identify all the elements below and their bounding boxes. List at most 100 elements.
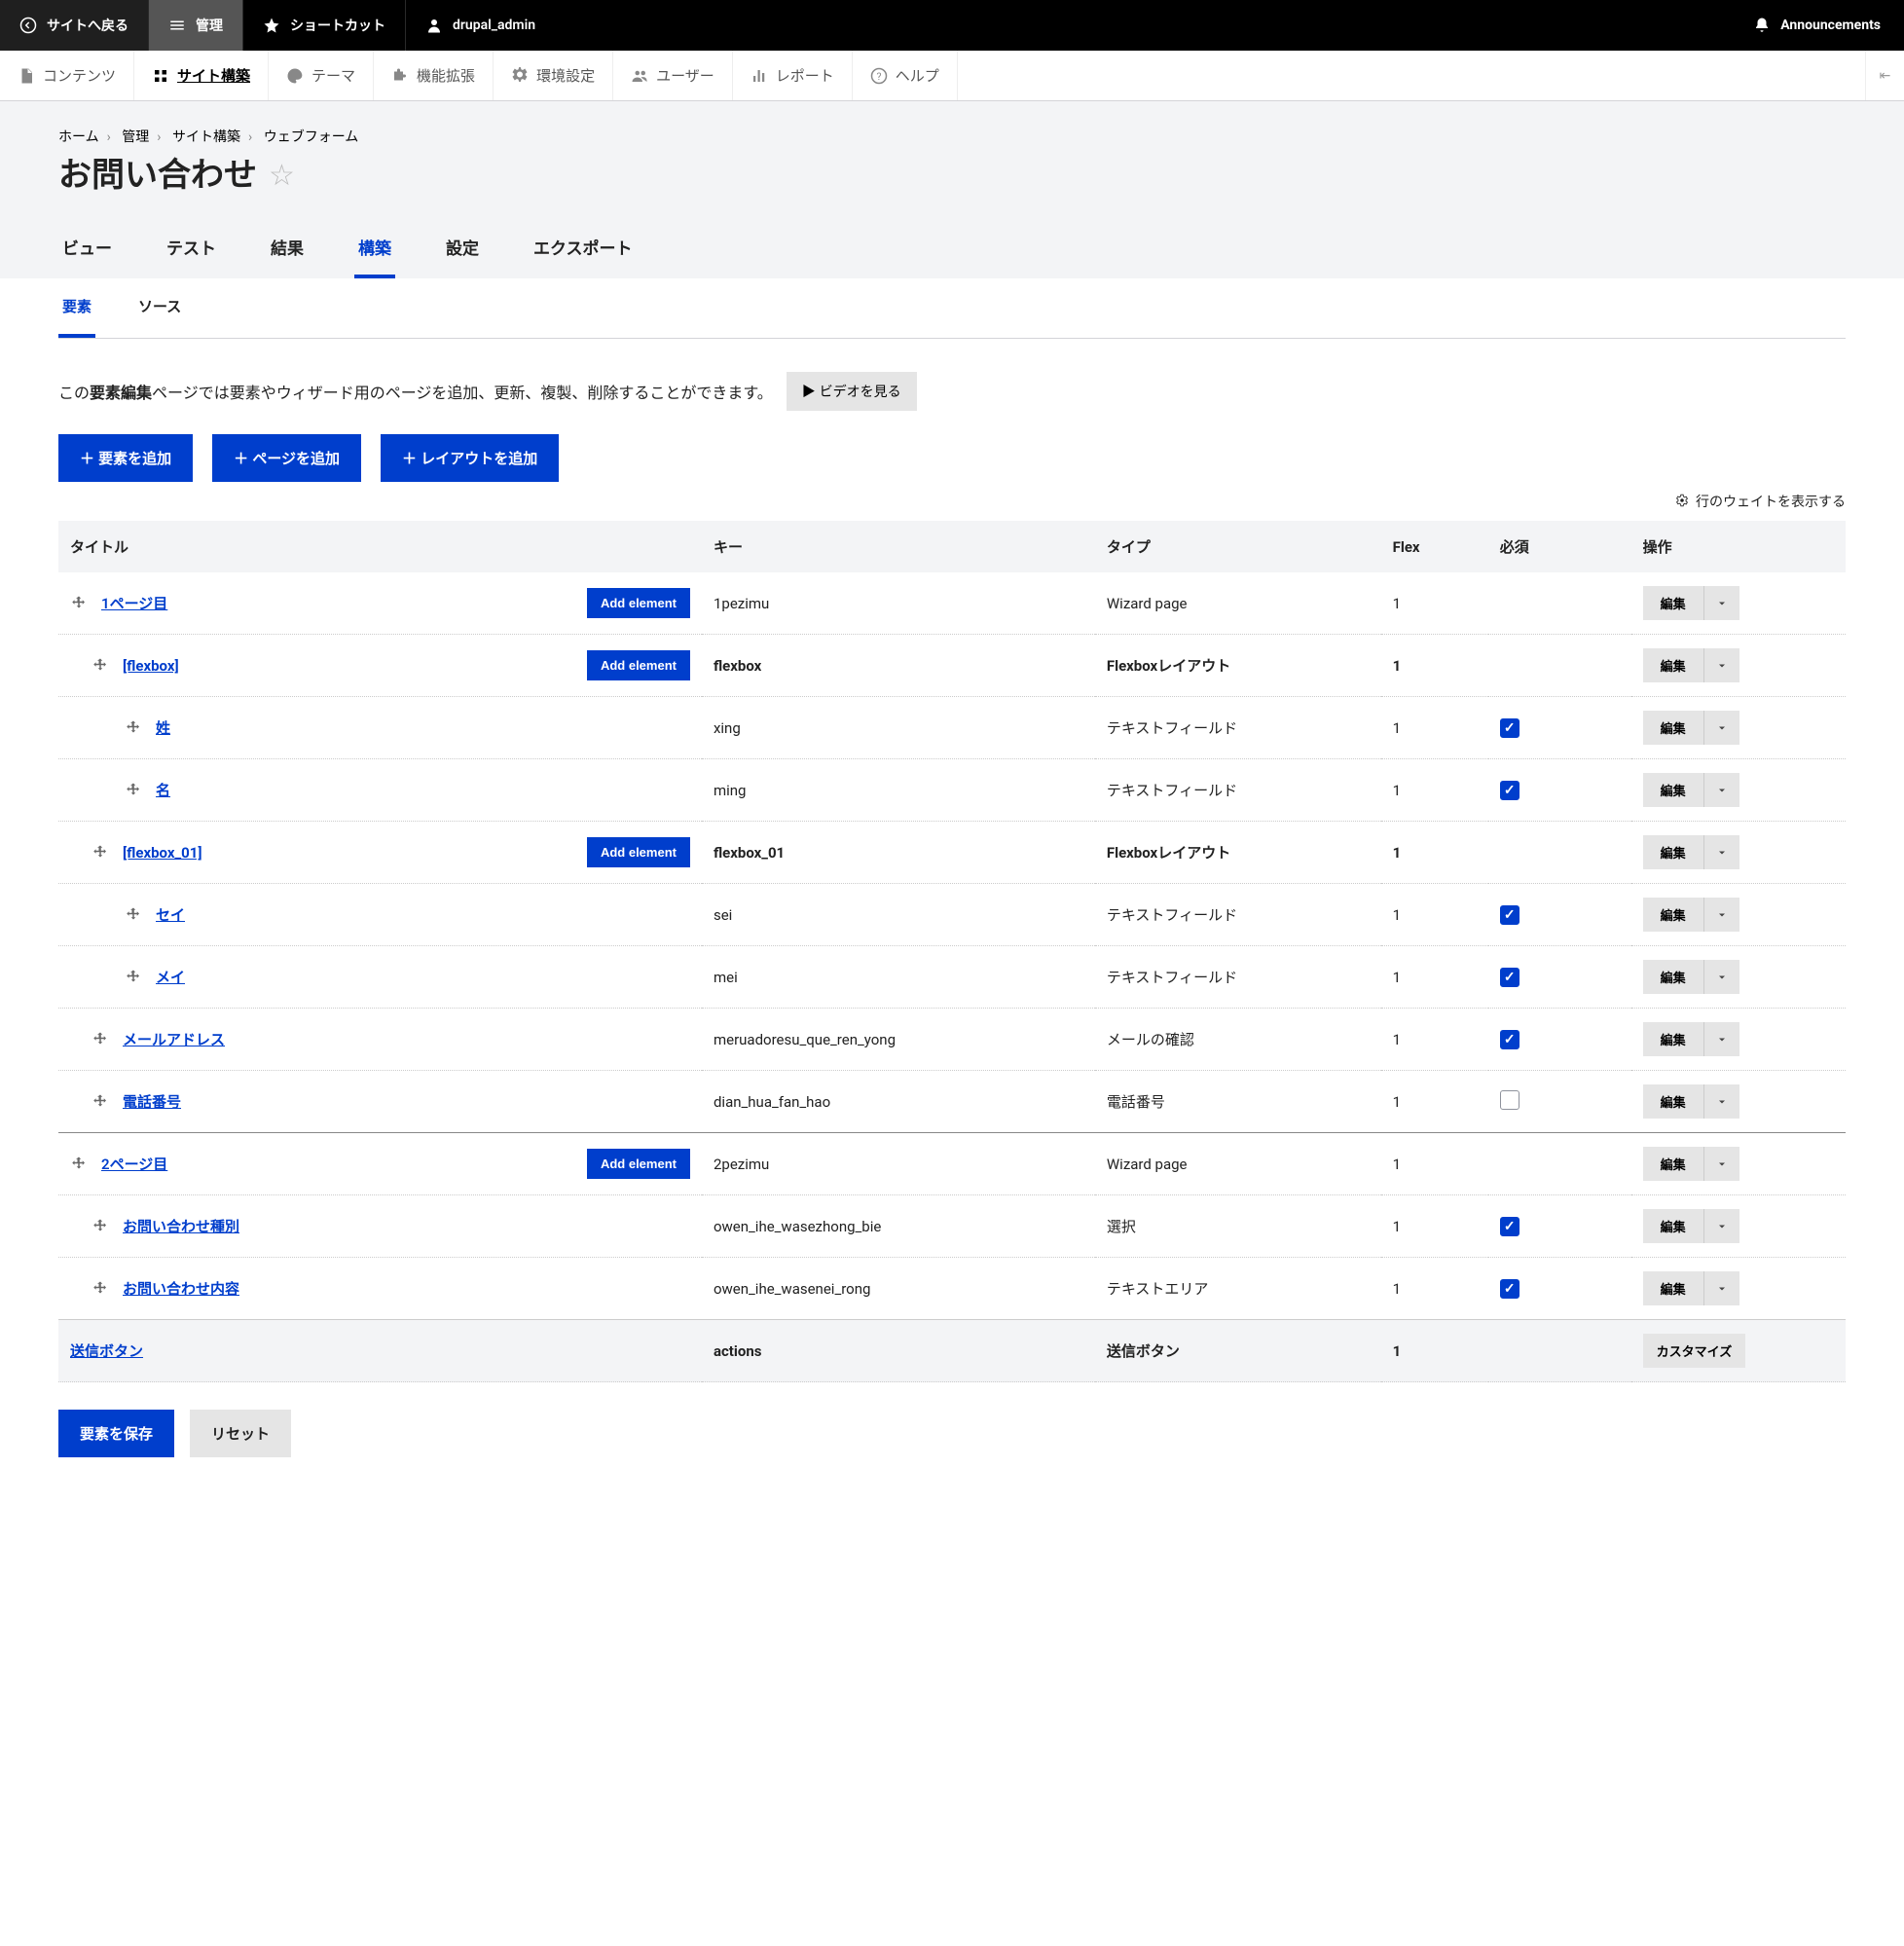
crumb-webform[interactable]: ウェブフォーム: [264, 129, 359, 145]
back-to-site[interactable]: サイトへ戻る: [0, 0, 149, 51]
table-row: メイmeiテキストフィールド1編集: [58, 946, 1846, 1009]
edit-button[interactable]: 編集: [1643, 960, 1703, 994]
element-title-link[interactable]: 送信ボタン: [70, 1340, 143, 1361]
element-title-link[interactable]: 名: [156, 780, 170, 800]
menu-config[interactable]: 環境設定: [494, 51, 613, 100]
drag-handle-icon[interactable]: [125, 906, 142, 924]
edit-button[interactable]: 編集: [1643, 711, 1703, 745]
edit-button[interactable]: 編集: [1643, 648, 1703, 682]
edit-button[interactable]: 編集: [1643, 1147, 1703, 1181]
drag-handle-icon[interactable]: [70, 595, 88, 612]
drag-handle-icon[interactable]: [92, 1031, 109, 1048]
edit-button[interactable]: 編集: [1643, 586, 1703, 620]
add-child-element-button[interactable]: Add element: [587, 588, 690, 618]
tab-test[interactable]: テスト: [163, 225, 220, 278]
table-row: [flexbox_01]Add elementflexbox_01Flexbox…: [58, 822, 1846, 884]
drag-handle-icon[interactable]: [70, 1156, 88, 1173]
element-title-link[interactable]: [flexbox]: [123, 657, 179, 675]
drag-handle-icon[interactable]: [125, 782, 142, 799]
element-title-link[interactable]: 1ページ目: [101, 593, 167, 613]
element-title-link[interactable]: 電話番号: [123, 1091, 181, 1112]
element-title-link[interactable]: 姓: [156, 717, 170, 738]
element-title-link[interactable]: セイ: [156, 904, 185, 925]
ops-dropdown-button[interactable]: [1703, 648, 1739, 682]
ops-dropdown-button[interactable]: [1703, 835, 1739, 869]
tab-build[interactable]: 構築: [354, 225, 395, 278]
crumb-manage[interactable]: 管理: [122, 129, 149, 145]
element-title-link[interactable]: お問い合わせ種別: [123, 1216, 239, 1236]
edit-button[interactable]: 編集: [1643, 773, 1703, 807]
edit-button[interactable]: 編集: [1643, 1022, 1703, 1056]
required-checkbox[interactable]: [1500, 1279, 1520, 1299]
edit-button[interactable]: 編集: [1643, 1209, 1703, 1243]
drag-handle-icon[interactable]: [92, 1218, 109, 1235]
ops-dropdown-button[interactable]: [1703, 1084, 1739, 1119]
element-title-link[interactable]: お問い合わせ内容: [123, 1278, 239, 1299]
required-checkbox[interactable]: [1500, 1030, 1520, 1049]
element-title-link[interactable]: [flexbox_01]: [123, 844, 202, 862]
add-page-button[interactable]: ＋ ページを追加: [212, 434, 361, 482]
element-title-link[interactable]: 2ページ目: [101, 1154, 167, 1174]
element-title-link[interactable]: メイ: [156, 967, 185, 987]
menu-appearance[interactable]: テーマ: [269, 51, 374, 100]
drag-handle-icon[interactable]: [92, 657, 109, 675]
ops-dropdown-button[interactable]: [1703, 773, 1739, 807]
drag-handle-icon[interactable]: [92, 844, 109, 862]
edit-button[interactable]: 編集: [1643, 1084, 1703, 1119]
tab-results[interactable]: 結果: [267, 225, 308, 278]
add-child-element-button[interactable]: Add element: [587, 1149, 690, 1179]
tab-view[interactable]: ビュー: [58, 225, 116, 278]
required-checkbox[interactable]: [1500, 905, 1520, 925]
crumb-home[interactable]: ホーム: [58, 129, 99, 145]
ops-dropdown-button[interactable]: [1703, 1022, 1739, 1056]
menu-content[interactable]: コンテンツ: [0, 51, 134, 100]
ops-dropdown-button[interactable]: [1703, 711, 1739, 745]
manage-toggle[interactable]: 管理: [149, 0, 243, 51]
add-child-element-button[interactable]: Add element: [587, 837, 690, 867]
add-element-button[interactable]: ＋ 要素を追加: [58, 434, 193, 482]
required-checkbox[interactable]: [1500, 718, 1520, 738]
subtab-elements[interactable]: 要素: [58, 278, 95, 338]
required-checkbox[interactable]: [1500, 1090, 1520, 1110]
drag-handle-icon[interactable]: [125, 719, 142, 737]
ops-dropdown-button[interactable]: [1703, 1271, 1739, 1305]
ops-dropdown-button[interactable]: [1703, 1209, 1739, 1243]
show-row-weights[interactable]: 行のウェイトを表示する: [58, 492, 1846, 511]
ops-dropdown-button[interactable]: [1703, 1147, 1739, 1181]
reset-button[interactable]: リセット: [190, 1410, 291, 1457]
add-layout-button[interactable]: ＋ レイアウトを追加: [381, 434, 559, 482]
user-menu[interactable]: drupal_admin: [406, 0, 555, 51]
collapse-toolbar[interactable]: ⇤: [1865, 51, 1904, 100]
favorite-star-icon[interactable]: ☆: [269, 159, 295, 193]
edit-button[interactable]: 編集: [1643, 1271, 1703, 1305]
edit-button[interactable]: 編集: [1643, 835, 1703, 869]
ops-dropdown-button[interactable]: [1703, 586, 1739, 620]
required-checkbox[interactable]: [1500, 968, 1520, 987]
menu-people[interactable]: ユーザー: [613, 51, 733, 100]
ops-dropdown-button[interactable]: [1703, 960, 1739, 994]
drag-handle-icon[interactable]: [92, 1093, 109, 1111]
element-title-link[interactable]: メールアドレス: [123, 1029, 225, 1049]
add-child-element-button[interactable]: Add element: [587, 650, 690, 680]
customize-button[interactable]: カスタマイズ: [1643, 1334, 1746, 1368]
tab-settings[interactable]: 設定: [442, 225, 483, 278]
drag-handle-icon[interactable]: [125, 969, 142, 986]
ops-dropdown-button[interactable]: [1703, 898, 1739, 932]
tab-export[interactable]: エクスポート: [530, 225, 637, 278]
menu-reports[interactable]: レポート: [733, 51, 853, 100]
menu-extend[interactable]: 機能拡張: [374, 51, 494, 100]
table-row: 電話番号dian_hua_fan_hao電話番号1編集: [58, 1071, 1846, 1133]
menu-help[interactable]: ?ヘルプ: [853, 51, 958, 100]
help-text-row: この要素編集ページでは要素やウィザード用のページを追加、更新、複製、削除すること…: [58, 372, 1846, 411]
shortcuts-toggle[interactable]: ショートカット: [243, 0, 406, 51]
announcements[interactable]: Announcements: [1730, 0, 1904, 51]
menu-structure[interactable]: サイト構築: [134, 51, 269, 100]
required-checkbox[interactable]: [1500, 781, 1520, 800]
drag-handle-icon[interactable]: [92, 1280, 109, 1298]
watch-video-button[interactable]: ▶ ビデオを見る: [787, 372, 917, 411]
required-checkbox[interactable]: [1500, 1217, 1520, 1236]
subtab-source[interactable]: ソース: [134, 278, 185, 338]
save-elements-button[interactable]: 要素を保存: [58, 1410, 174, 1457]
edit-button[interactable]: 編集: [1643, 898, 1703, 932]
crumb-structure[interactable]: サイト構築: [172, 129, 240, 145]
